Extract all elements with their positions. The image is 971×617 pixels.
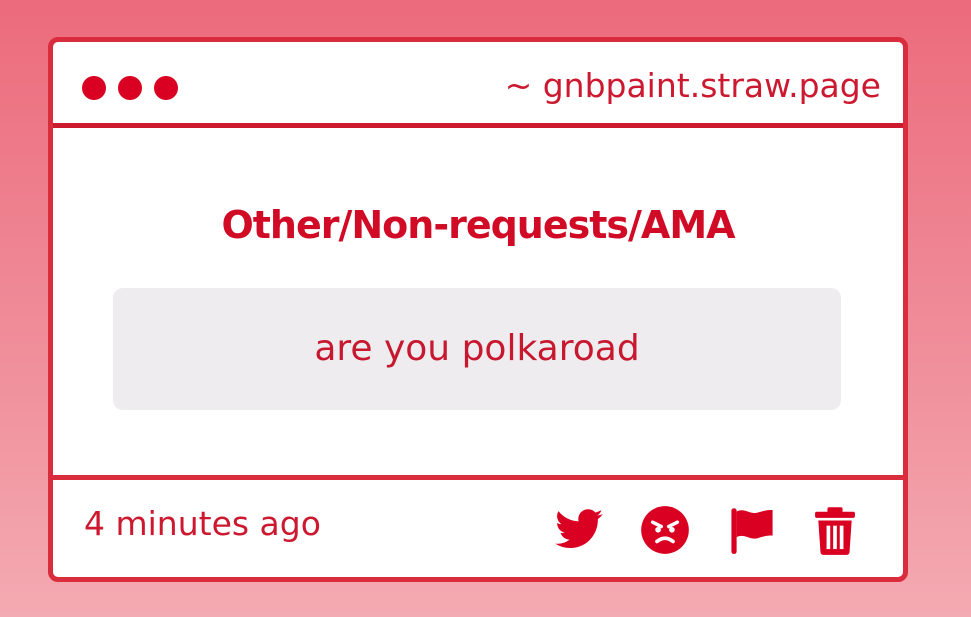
- window-dot: [154, 76, 178, 100]
- angry-face-icon[interactable]: [639, 504, 691, 556]
- post-footer: 4 minutes ago: [53, 475, 903, 577]
- post-content: Other/Non-requests/AMA are you polkaroad: [53, 128, 903, 475]
- twitter-icon[interactable]: [553, 504, 605, 556]
- window-dot: [118, 76, 142, 100]
- message-text: are you polkaroad: [314, 328, 640, 369]
- trash-icon[interactable]: [809, 504, 861, 556]
- flag-icon[interactable]: [726, 504, 778, 556]
- window-dot: [82, 76, 106, 100]
- window-controls: [82, 76, 178, 100]
- message-box: are you polkaroad: [113, 288, 841, 410]
- window-titlebar: ~ gnbpaint.straw.page: [53, 42, 903, 128]
- post-timestamp: 4 minutes ago: [84, 504, 321, 543]
- post-window: ~ gnbpaint.straw.page Other/Non-requests…: [48, 37, 908, 582]
- page-url[interactable]: ~ gnbpaint.straw.page: [505, 64, 881, 108]
- post-category-title: Other/Non-requests/AMA: [221, 203, 735, 247]
